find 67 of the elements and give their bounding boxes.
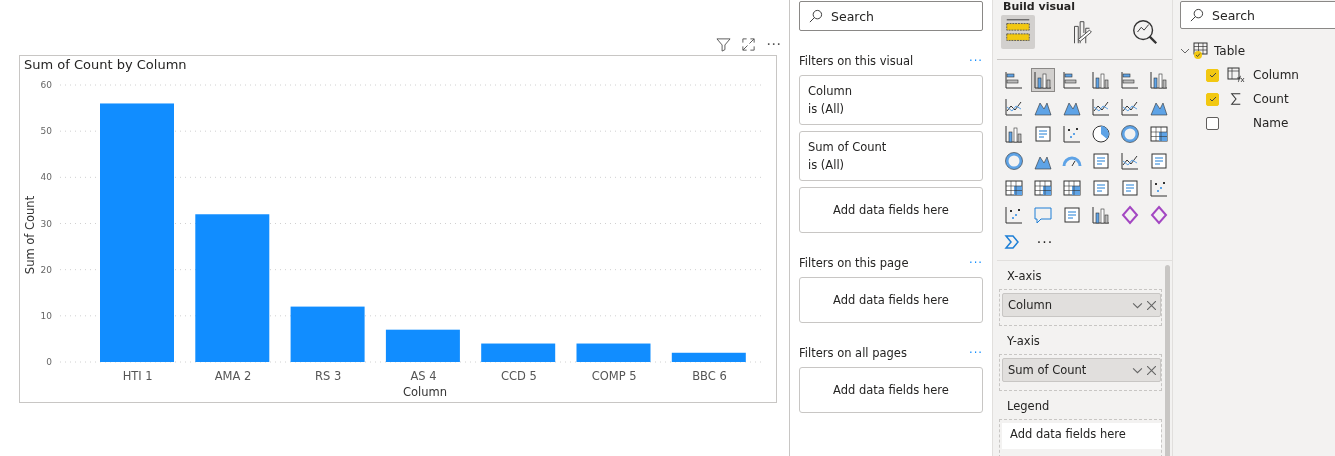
sigma-icon	[1230, 91, 1242, 107]
tick-label: 40	[40, 172, 52, 183]
field-name[interactable]: Count	[1253, 92, 1289, 106]
field-pill[interactable]: Column	[1002, 293, 1161, 317]
close-icon[interactable]	[1147, 300, 1156, 310]
tick-label: 20	[40, 264, 52, 275]
y-axis-title: Sum of Count	[23, 195, 37, 275]
field-name[interactable]: Name	[1253, 116, 1289, 130]
tick-label: 30	[40, 218, 52, 229]
well-label: Legend	[1006, 399, 1051, 413]
section-title: Filters on this page	[799, 256, 909, 270]
category-label: HTI 1	[122, 369, 153, 383]
category-label: BBC 6	[692, 369, 727, 383]
filter-card[interactable]: Sum of Count is (All)	[799, 131, 983, 181]
category-label: COMP 5	[591, 369, 637, 383]
search-icon	[808, 8, 823, 24]
search-field[interactable]: Search	[799, 1, 983, 31]
checkmark-icon	[1207, 70, 1218, 80]
checkbox[interactable]	[1206, 116, 1219, 130]
bar[interactable]	[671, 352, 746, 362]
x-axis-title: Column	[403, 385, 447, 399]
section-title: Filters on this visual	[799, 54, 914, 68]
well-label: X-axis	[1006, 269, 1043, 283]
well-label: Y-axis	[1006, 334, 1041, 348]
category-label: AS 4	[410, 369, 437, 383]
drop-zone[interactable]: Add data fields here	[1002, 423, 1161, 449]
filter-name: Column	[808, 83, 854, 100]
calculated-column-icon	[1227, 67, 1245, 83]
table-name[interactable]: Table	[1214, 44, 1246, 58]
pane-title: Build visual	[1002, 0, 1076, 13]
drop-zone[interactable]: Add data fields here	[799, 187, 983, 233]
close-icon[interactable]	[1147, 365, 1156, 375]
category-label: CCD 5	[500, 369, 537, 383]
visual-type-icon[interactable]	[1118, 122, 1142, 146]
magnifier-icon	[1130, 17, 1160, 47]
field-pill[interactable]: Sum of Count	[1002, 358, 1161, 382]
category-label: RS 3	[315, 369, 342, 383]
search-field[interactable]: Search	[1180, 1, 1335, 29]
filter-card[interactable]: Column is (All)	[799, 75, 983, 125]
filter-name: Sum of Count	[808, 139, 888, 156]
bar[interactable]	[385, 329, 460, 362]
section-title: Filters on all pages	[799, 346, 907, 360]
drop-zone[interactable]: Add data fields here	[799, 277, 983, 323]
tick-label: 0	[46, 357, 52, 367]
filter-condition: is (All)	[808, 101, 846, 118]
filter-icon[interactable]	[716, 36, 731, 52]
expand-icon[interactable]	[741, 36, 756, 52]
bar[interactable]	[290, 306, 365, 362]
category-label: AMA 2	[214, 369, 252, 383]
chart-title: Sum of Count by Column	[23, 56, 188, 73]
chevron-icon[interactable]	[1132, 366, 1143, 374]
more-visuals[interactable]: ···	[1031, 234, 1059, 250]
visual-type-icon[interactable]	[1089, 122, 1113, 146]
visual-type-icon[interactable]	[1031, 68, 1055, 92]
drop-zone[interactable]: Add data fields here	[799, 367, 983, 413]
table-icon	[1193, 42, 1211, 60]
checkmark-icon	[1207, 94, 1218, 104]
tick-label: 10	[40, 310, 52, 321]
visual-type-icon[interactable]	[1002, 149, 1026, 173]
tick-label: 50	[40, 126, 52, 137]
filter-condition: is (All)	[808, 157, 846, 174]
field-name[interactable]: Column	[1253, 68, 1299, 82]
chevron-icon[interactable]	[1180, 46, 1190, 56]
search-icon	[1189, 7, 1204, 23]
more-options[interactable]: ⋯	[766, 36, 781, 52]
tick-label: 60	[40, 80, 52, 90]
chevron-icon[interactable]	[1132, 301, 1143, 309]
